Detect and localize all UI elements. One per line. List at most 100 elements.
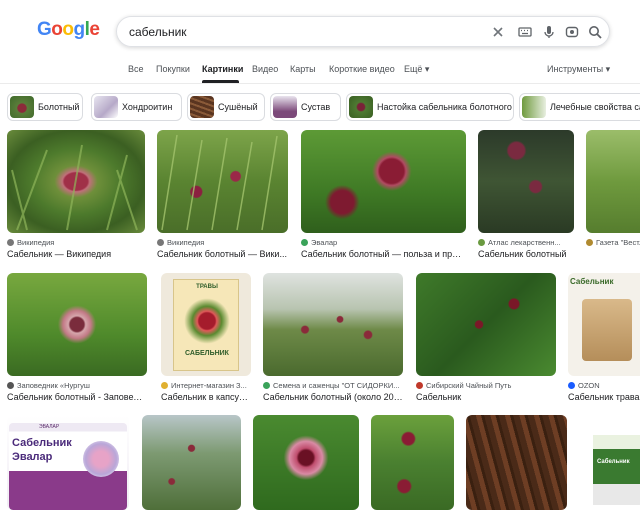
product-label: Сабельник xyxy=(597,459,630,465)
result-image[interactable]: Сабельник xyxy=(579,415,640,510)
tea-icon xyxy=(416,382,423,389)
product-brand: Эвалар xyxy=(12,451,53,463)
result-image[interactable] xyxy=(371,415,454,510)
result-image[interactable] xyxy=(157,130,288,233)
tab-all[interactable]: Все xyxy=(128,64,144,74)
chip-thumbnail xyxy=(349,96,373,118)
result-source: Википедия xyxy=(7,238,145,247)
search-input[interactable]: сабельник xyxy=(129,25,187,39)
logo-letter: e xyxy=(89,19,100,40)
source-label: Интернет-магазин З... xyxy=(171,381,247,390)
chip-thumbnail xyxy=(10,96,34,118)
logo-letter: o xyxy=(51,19,63,40)
chip-dried[interactable]: Сушёный xyxy=(187,93,265,121)
chip-thumbnail xyxy=(273,96,297,118)
microphone-icon[interactable] xyxy=(540,23,558,41)
tab-more[interactable]: Ещё ▾ xyxy=(404,64,429,75)
result-source: Википедия xyxy=(157,238,288,247)
result-image[interactable] xyxy=(301,130,466,233)
product-box: Сабельник xyxy=(593,435,640,505)
tab-video[interactable]: Видео xyxy=(252,64,278,74)
chip-healing-properties[interactable]: Лечебные свойства са xyxy=(519,93,640,121)
source-label: Атлас лекарственн... xyxy=(488,238,561,247)
chip-label: Лечебные свойства са xyxy=(550,102,640,112)
source-label: Эвалар xyxy=(311,238,338,247)
source-label: Газета "Вест... xyxy=(596,238,640,247)
wikipedia-icon xyxy=(157,239,164,246)
source-label: Семена и саженцы "ОТ СИДОРКИ... xyxy=(273,381,400,390)
reserve-icon xyxy=(7,382,14,389)
product-package: ТРАВЫ САБЕЛЬНИК xyxy=(173,279,239,371)
result-title[interactable]: Сабельник болотный — польза и прим... xyxy=(301,249,466,259)
result-title[interactable]: Сабельник болотный — Вики... xyxy=(157,249,288,259)
result-title[interactable]: Сабельник в капсул... xyxy=(161,392,251,402)
result-image[interactable] xyxy=(478,130,574,233)
search-box[interactable]: сабельник xyxy=(116,16,610,47)
result-title[interactable]: Сабельник болотный - Заповедн... xyxy=(7,392,147,402)
package-label: САБЕЛЬНИК xyxy=(185,350,229,357)
chip-chondroitin[interactable]: Хондроитин xyxy=(91,93,182,121)
result-source: Эвалар xyxy=(301,238,466,247)
result-image[interactable]: ТРАВЫ САБЕЛЬНИК xyxy=(161,273,251,376)
result-title[interactable]: Сабельник xyxy=(416,392,556,402)
source-label: Заповедник «Нургуш xyxy=(17,381,90,390)
result-source: Газета "Вест... xyxy=(586,238,640,247)
result-source: Семена и саженцы "ОТ СИДОРКИ... xyxy=(263,381,403,390)
product-label: Сабельник xyxy=(570,277,614,286)
logo-letter: g xyxy=(73,19,86,40)
logo-letter: G xyxy=(37,19,52,40)
tab-shopping[interactable]: Покупки xyxy=(156,64,190,74)
tab-images[interactable]: Картинки xyxy=(202,64,243,74)
shop-icon xyxy=(161,382,168,389)
chip-label: Сустав xyxy=(301,102,331,112)
result-image[interactable] xyxy=(586,130,640,233)
result-title[interactable]: Сабельник — Википедия xyxy=(7,249,145,259)
result-title[interactable]: Сабельник болотный (около 200... xyxy=(263,392,403,402)
chip-label: Сушёный xyxy=(218,102,258,112)
result-title[interactable]: Сабельник болотный xyxy=(478,249,574,259)
search-icon[interactable] xyxy=(586,23,604,41)
source-label: OZON xyxy=(578,381,600,390)
chip-thumbnail xyxy=(522,96,546,118)
flower-illustration xyxy=(184,298,230,344)
result-image[interactable]: Сабельник xyxy=(568,273,640,376)
google-logo[interactable]: Google xyxy=(37,19,100,41)
chip-label: Болотный xyxy=(38,102,80,112)
seeds-icon xyxy=(263,382,270,389)
result-image[interactable]: ЭВАЛАР Сабельник Эвалар xyxy=(7,415,129,510)
product-bag xyxy=(582,299,632,361)
chip-joint[interactable]: Сустав xyxy=(270,93,341,121)
result-image[interactable] xyxy=(142,415,241,510)
plant-illustration xyxy=(11,144,138,231)
result-image[interactable] xyxy=(7,130,145,233)
source-label: Википедия xyxy=(167,238,205,247)
result-source: Заповедник «Нургуш xyxy=(7,381,147,390)
result-image[interactable] xyxy=(7,273,147,376)
tools-button[interactable]: Инструменты ▾ xyxy=(547,64,610,75)
chip-tincture[interactable]: Настойка сабельника болотного xyxy=(346,93,514,121)
result-image[interactable] xyxy=(253,415,359,510)
atlas-icon xyxy=(478,239,485,246)
result-image[interactable] xyxy=(263,273,403,376)
lens-camera-icon[interactable] xyxy=(563,23,581,41)
result-image[interactable] xyxy=(466,415,567,510)
result-source: Сибирский Чайный Путь xyxy=(416,381,556,390)
result-source: OZON xyxy=(568,381,640,390)
tab-short-video[interactable]: Короткие видео xyxy=(329,64,395,74)
wikipedia-icon xyxy=(7,239,14,246)
chip-label: Настойка сабельника болотного xyxy=(377,102,512,112)
evalar-icon xyxy=(301,239,308,246)
chip-bolotny[interactable]: Болотный xyxy=(7,93,83,121)
search-tabs: Все Покупки Картинки Видео Карты Коротки… xyxy=(0,58,640,84)
clear-icon[interactable] xyxy=(489,23,507,41)
keyboard-icon[interactable] xyxy=(516,23,534,41)
result-image[interactable] xyxy=(416,273,556,376)
brand-label: ЭВАЛАР xyxy=(39,424,60,430)
product-name: Сабельник xyxy=(12,437,72,449)
product-box: ЭВАЛАР Сабельник Эвалар xyxy=(9,423,127,510)
tab-maps[interactable]: Карты xyxy=(290,64,316,74)
result-source: Атлас лекарственн... xyxy=(478,238,574,247)
result-title[interactable]: Сабельник трава xyxy=(568,392,640,402)
chip-thumbnail xyxy=(190,96,214,118)
logo-letter: o xyxy=(62,19,74,40)
